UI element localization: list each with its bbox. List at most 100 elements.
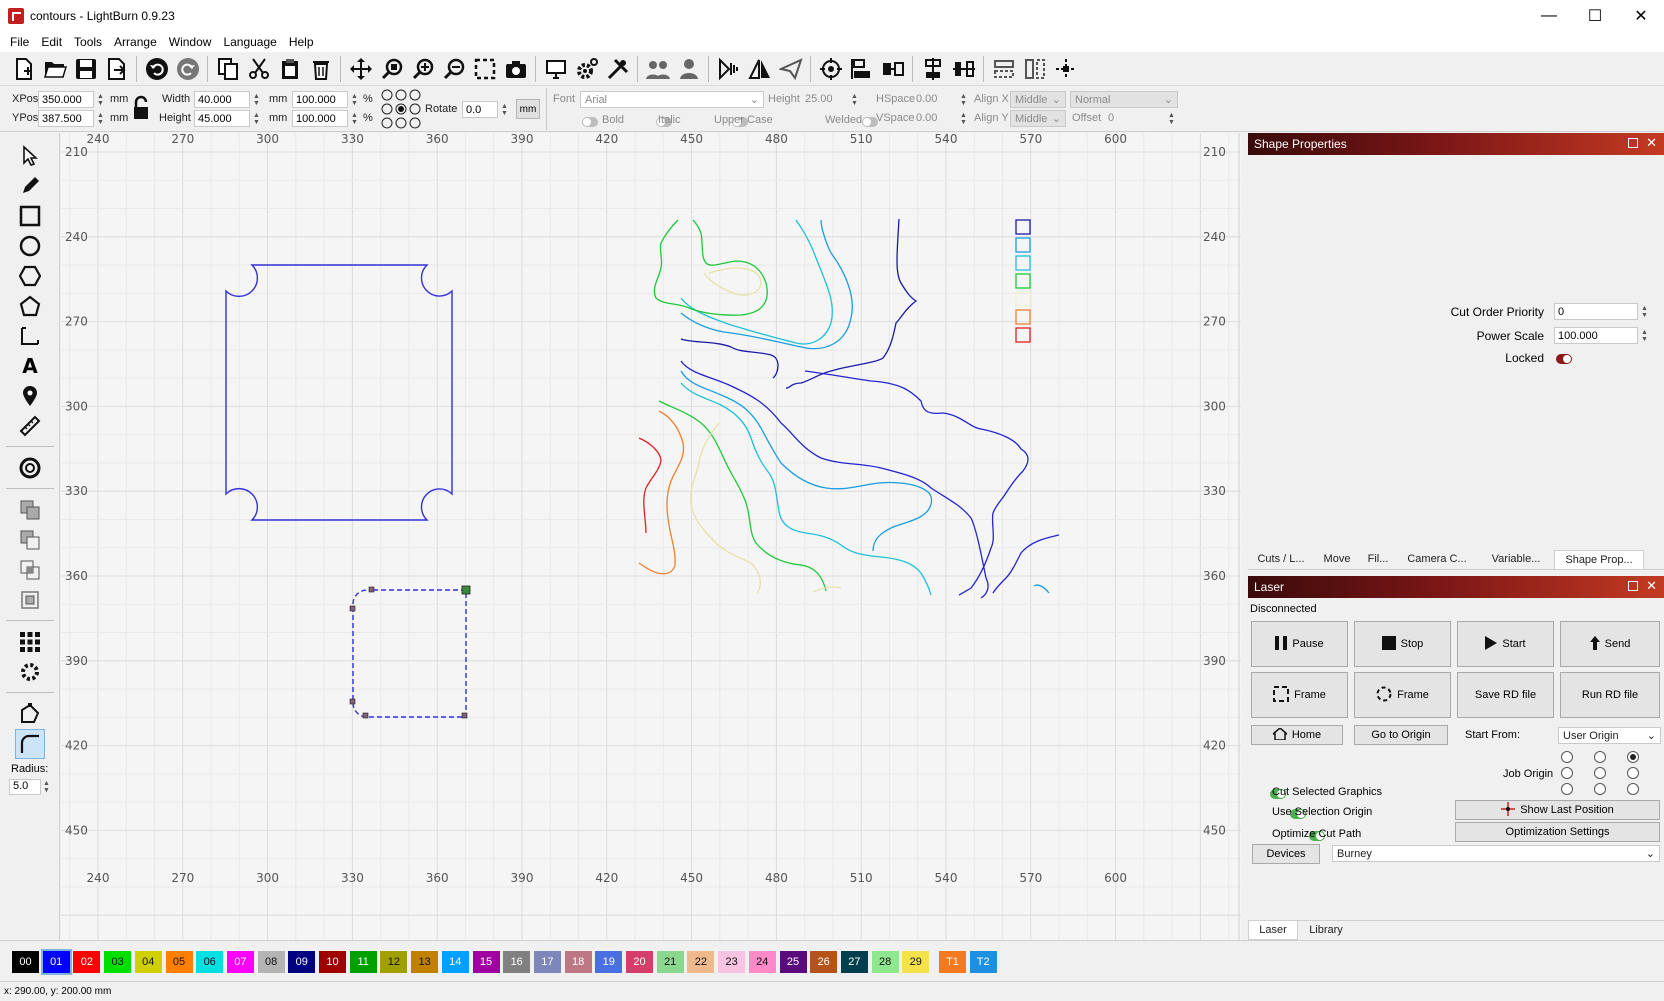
offset-value[interactable]: 0 xyxy=(1108,112,1114,124)
grid-array-icon[interactable] xyxy=(15,627,45,657)
boolean-subtract-icon[interactable] xyxy=(15,525,45,555)
tab-move[interactable]: Move xyxy=(1314,550,1360,569)
rotate-input[interactable]: 0.0 xyxy=(462,101,498,118)
palette-swatch-13[interactable]: 13 xyxy=(411,951,439,973)
menu-edit[interactable]: Edit xyxy=(35,35,68,49)
text-icon[interactable]: A xyxy=(15,351,45,381)
run-rd-file-button[interactable]: Run RD file xyxy=(1560,672,1660,718)
tab-library[interactable]: Library xyxy=(1298,921,1354,940)
palette-swatch-02[interactable]: 02 xyxy=(73,951,101,973)
selection-handle[interactable] xyxy=(349,698,356,705)
lock-ratio-icon[interactable] xyxy=(132,94,150,122)
cut-order-priority-input[interactable]: 0 xyxy=(1554,303,1638,320)
target-icon[interactable] xyxy=(817,55,845,83)
contour-line-cyan[interactable] xyxy=(680,382,932,596)
height-percent-input[interactable]: 100.000 xyxy=(292,110,348,127)
job-origin-middle-left[interactable] xyxy=(1561,767,1573,779)
job-origin-center[interactable] xyxy=(1594,767,1606,779)
palette-swatch-00[interactable]: 00 xyxy=(12,951,39,973)
settings-gear-icon[interactable] xyxy=(573,55,601,83)
pencil-icon[interactable] xyxy=(15,171,45,201)
contour-line-pale-yellow[interactable] xyxy=(689,422,762,594)
radius-stepper[interactable]: ▲ ▼ xyxy=(41,779,52,795)
save-rd-file-button[interactable]: Save RD file xyxy=(1457,672,1554,718)
start-button[interactable]: Start xyxy=(1457,621,1554,667)
flip-horizontal-icon[interactable] xyxy=(715,55,743,83)
circular-array-icon[interactable] xyxy=(15,657,45,687)
palette-swatch-20[interactable]: 20 xyxy=(626,951,653,973)
export-icon[interactable] xyxy=(103,55,131,83)
contour-line-blue[interactable] xyxy=(680,360,989,599)
rectangle-icon[interactable] xyxy=(15,201,45,231)
undo-icon[interactable] xyxy=(143,55,171,83)
stop-button[interactable]: Stop xyxy=(1354,621,1451,667)
font-height-value[interactable]: 25.00 xyxy=(805,93,833,105)
devices-button[interactable]: Devices xyxy=(1252,844,1320,864)
show-last-position-button[interactable]: Show Last Position xyxy=(1455,800,1660,820)
distribute-h-icon[interactable] xyxy=(950,55,978,83)
contour-line-sky[interactable] xyxy=(1033,584,1050,594)
corner-radius-icon[interactable] xyxy=(15,729,45,759)
cut-order-priority-stepper[interactable]: ▲ ▼ xyxy=(1639,303,1650,320)
palette-swatch-16[interactable]: 16 xyxy=(503,951,531,973)
send-button[interactable]: Send xyxy=(1560,621,1660,667)
contour-line-orange[interactable] xyxy=(638,410,685,575)
close-button[interactable]: ✕ xyxy=(1618,0,1664,32)
menu-window[interactable]: Window xyxy=(163,35,218,49)
design-canvas[interactable]: 240 270 300 330 360 390 420 450 480 510 540 570 600 … xyxy=(61,132,1241,940)
contour-line-pale-yellow[interactable] xyxy=(812,586,842,593)
menu-language[interactable]: Language xyxy=(217,35,282,49)
bold-toggle[interactable] xyxy=(582,117,598,127)
contour-line-pale-yellow[interactable] xyxy=(703,267,762,296)
tab-cuts-layers[interactable]: Cuts / L... xyxy=(1248,550,1314,569)
zoom-out-icon[interactable] xyxy=(440,55,468,83)
palette-swatch-t1[interactable]: T1 xyxy=(939,951,966,973)
align-top-icon[interactable] xyxy=(990,55,1018,83)
ruler-icon[interactable] xyxy=(15,411,45,441)
offset-stepper[interactable]: ▲ ▼ xyxy=(1166,110,1177,127)
tab-file-list[interactable]: Fil... xyxy=(1360,550,1396,569)
close-panel-icon[interactable]: ✕ xyxy=(1646,135,1657,151)
units-toggle-button[interactable]: mm xyxy=(516,99,540,119)
palette-swatch-18[interactable]: 18 xyxy=(564,951,592,973)
align-mid-icon[interactable] xyxy=(1021,55,1049,83)
palette-swatch-07[interactable]: 07 xyxy=(226,951,254,973)
palette-swatch-04[interactable]: 04 xyxy=(134,951,162,973)
palette-swatch-17[interactable]: 17 xyxy=(533,951,561,973)
menu-help[interactable]: Help xyxy=(283,35,320,49)
vspace-value[interactable]: 0.00 xyxy=(916,112,937,124)
send-icon[interactable] xyxy=(777,55,805,83)
tab-camera-control[interactable]: Camera C... xyxy=(1396,550,1478,569)
xpos-input[interactable]: 350.000 xyxy=(38,91,94,108)
contour-map-drawing[interactable] xyxy=(638,218,1060,599)
font-combo[interactable]: Arial ⌄ xyxy=(580,91,764,108)
palette-swatch-15[interactable]: 15 xyxy=(472,951,500,973)
frame-rect-button[interactable]: Frame xyxy=(1251,672,1348,718)
width-input[interactable]: 40.000 xyxy=(194,91,250,108)
job-origin-middle-right[interactable] xyxy=(1627,767,1639,779)
palette-swatch-05[interactable]: 05 xyxy=(165,951,193,973)
new-file-icon[interactable] xyxy=(10,55,38,83)
palette-swatch-27[interactable]: 27 xyxy=(840,951,868,973)
hspace-stepper[interactable]: ▲ ▼ xyxy=(958,91,969,108)
palette-swatch-29[interactable]: 29 xyxy=(902,951,930,973)
move-icon[interactable] xyxy=(347,55,375,83)
menu-arrange[interactable]: Arrange xyxy=(108,35,163,49)
boolean-intersect-icon[interactable] xyxy=(15,555,45,585)
edit-nodes-icon[interactable] xyxy=(15,699,45,729)
height-percent-stepper[interactable]: ▲ ▼ xyxy=(349,110,360,127)
anchor-point-grid-icon[interactable] xyxy=(380,89,422,129)
group-icon[interactable] xyxy=(644,55,672,83)
cut-icon[interactable] xyxy=(245,55,273,83)
copy-icon[interactable] xyxy=(214,55,242,83)
height-stepper[interactable]: ▲ ▼ xyxy=(251,110,262,127)
float-panel-icon[interactable] xyxy=(1628,138,1638,148)
pin-icon[interactable] xyxy=(15,381,45,411)
go-to-origin-button[interactable]: Go to Origin xyxy=(1354,725,1448,745)
palette-swatch-01[interactable]: 01 xyxy=(40,949,72,975)
palette-swatch-11[interactable]: 11 xyxy=(349,951,377,973)
contour-line-sky[interactable] xyxy=(680,370,933,552)
job-origin-top-right[interactable] xyxy=(1627,751,1639,763)
ypos-input[interactable]: 387.500 xyxy=(38,110,94,127)
palette-swatch-28[interactable]: 28 xyxy=(871,951,899,973)
